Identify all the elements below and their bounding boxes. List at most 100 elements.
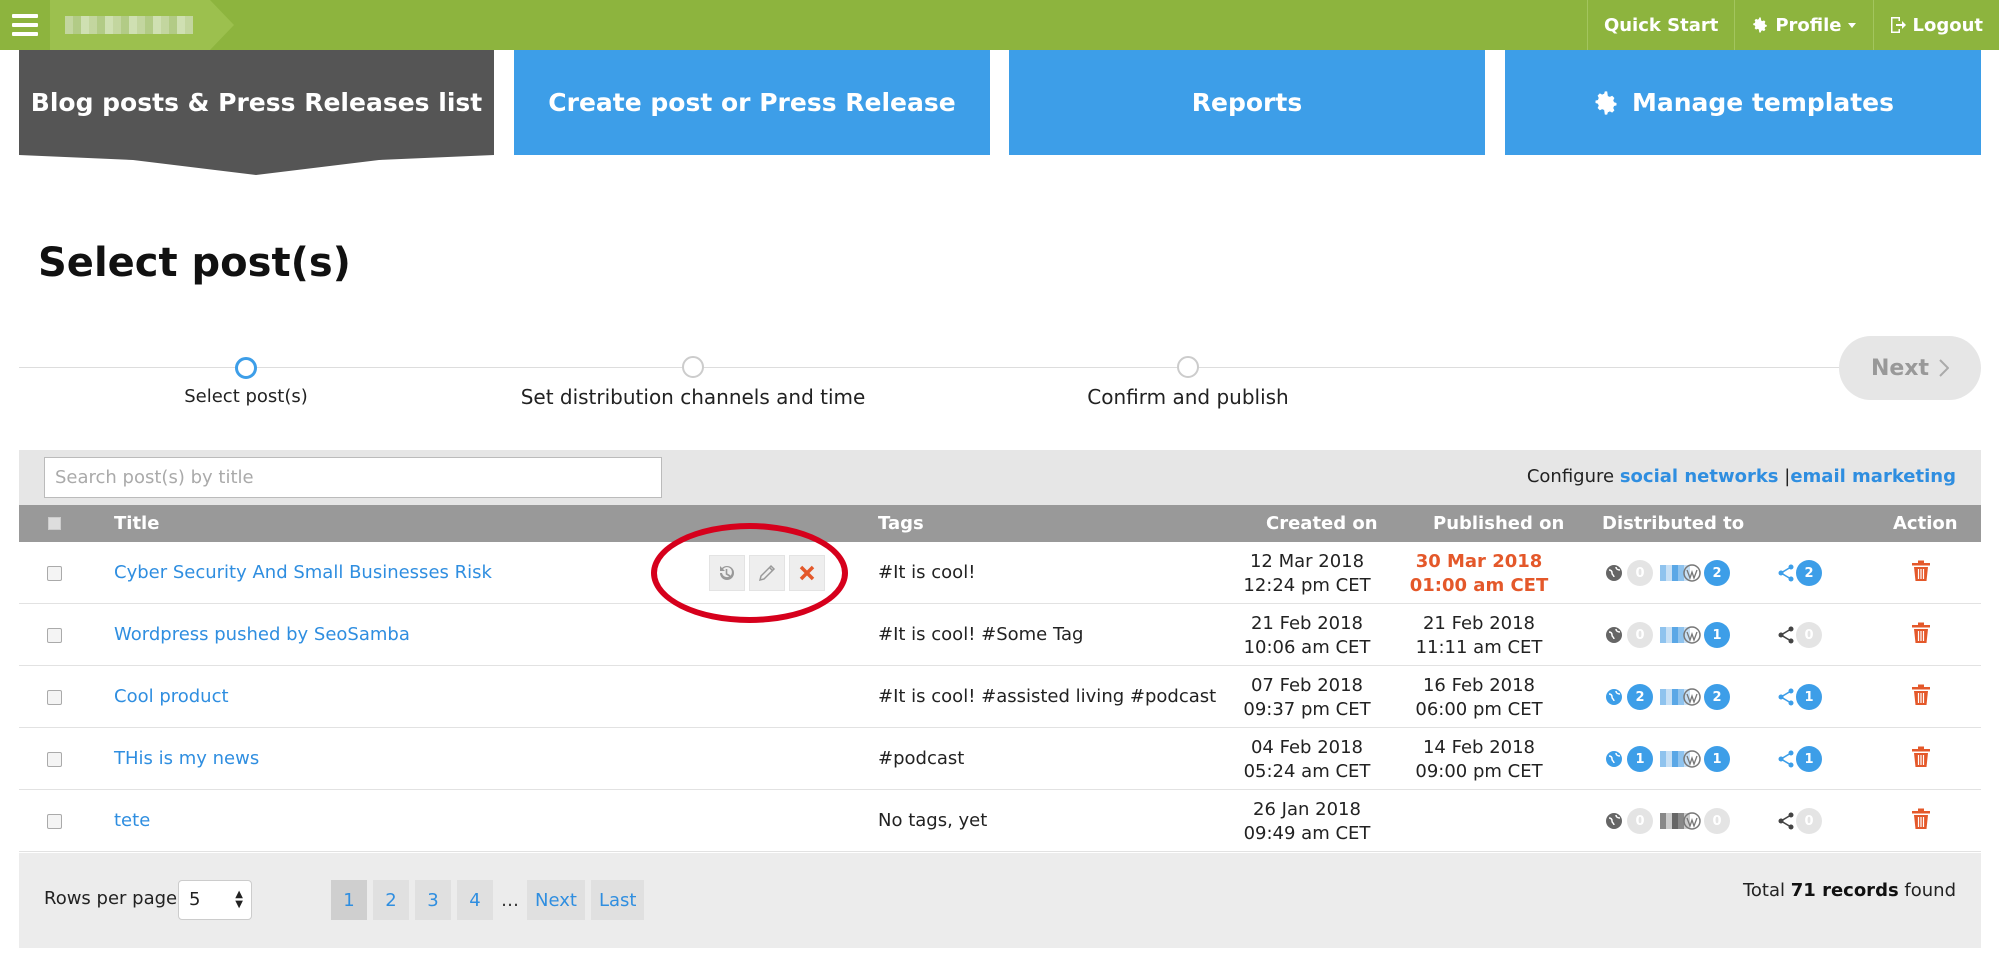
post-title-link[interactable]: tete — [114, 810, 150, 831]
trash-icon[interactable] — [1911, 622, 1931, 644]
rows-per-page-label: Rows per page: — [44, 888, 184, 909]
wp-count-badge: 2 — [1704, 684, 1730, 710]
globe-icon — [1606, 565, 1622, 581]
globe-icon — [1606, 627, 1622, 643]
filter-bar: Configure social networks |email marketi… — [19, 450, 1981, 505]
trash-icon[interactable] — [1911, 684, 1931, 706]
table-header: Title Tags Created on Published on Distr… — [19, 505, 1981, 542]
wordpress-icon — [1683, 750, 1701, 768]
row-checkbox[interactable] — [47, 814, 62, 829]
published-on: 16 Feb 2018 06:00 pm CET — [1399, 674, 1559, 722]
published-date: 21 Feb 2018 — [1422, 613, 1536, 634]
post-tags: #podcast — [878, 748, 965, 769]
post-title-link[interactable]: Cool product — [114, 686, 229, 707]
share-count-badge: 2 — [1796, 560, 1822, 586]
published-time: 06:00 pm CET — [1415, 699, 1543, 720]
share-icon[interactable] — [1777, 626, 1795, 644]
header-published[interactable]: Published on — [1433, 513, 1564, 534]
created-time: 12:24 pm CET — [1243, 575, 1371, 596]
distributed-to: 0 1 0 — [1605, 622, 1855, 648]
select-all-checkbox[interactable] — [48, 517, 61, 530]
share-icon[interactable] — [1777, 688, 1795, 706]
table-row: tete No tags, yet 26 Jan 2018 09:49 am CE… — [19, 790, 1981, 852]
quick-start-link[interactable]: Quick Start — [1586, 0, 1734, 50]
share-count-badge: 0 — [1796, 622, 1822, 648]
globe-icon — [1606, 689, 1622, 705]
social-networks-link[interactable]: social networks — [1620, 466, 1779, 487]
logout-link[interactable]: Logout — [1873, 0, 1999, 50]
step-3-label: Confirm and publish — [1087, 385, 1289, 409]
wp-count-badge: 1 — [1704, 746, 1730, 772]
logout-label: Logout — [1912, 14, 1983, 36]
header-created[interactable]: Created on — [1266, 513, 1378, 534]
hamburger-icon[interactable] — [0, 0, 50, 50]
post-title-link[interactable]: Cyber Security And Small Businesses Risk — [114, 562, 492, 583]
tab-manage-templates[interactable]: Manage templates — [1505, 50, 1981, 155]
trash-icon[interactable] — [1911, 746, 1931, 768]
tab-reports[interactable]: Reports — [1009, 50, 1485, 155]
globe-icon — [1606, 751, 1622, 767]
rows-per-page-select[interactable]: 5 ▲ ▼ — [178, 880, 252, 920]
row-checkbox[interactable] — [47, 566, 62, 581]
wordpress-icon — [1683, 564, 1701, 582]
trash-icon[interactable] — [1911, 808, 1931, 830]
table-row: THis is my news #podcast 04 Feb 2018 05:2… — [19, 728, 1981, 790]
web-count-badge: 0 — [1627, 560, 1653, 586]
web-count-badge: 2 — [1627, 684, 1653, 710]
gear-icon — [1753, 17, 1768, 33]
trash-icon[interactable] — [1911, 560, 1931, 582]
created-on: 12 Mar 2018 12:24 pm CET — [1227, 550, 1387, 598]
total-suffix: found — [1904, 880, 1956, 901]
web-count-badge: 0 — [1627, 622, 1653, 648]
created-on: 04 Feb 2018 05:24 am CET — [1227, 736, 1387, 784]
share-icon[interactable] — [1777, 750, 1795, 768]
page-4[interactable]: 4 — [457, 880, 493, 920]
total-records: Total 71 records found — [1743, 880, 1956, 901]
wordpress-icon — [1683, 688, 1701, 706]
top-bar: Quick Start Profile Logout — [0, 0, 1999, 50]
published-on: 14 Feb 2018 09:00 pm CET — [1399, 736, 1559, 784]
page-last[interactable]: Last — [590, 880, 645, 920]
email-marketing-link[interactable]: email marketing — [1790, 466, 1956, 487]
chevron-right-icon — [1939, 359, 1950, 377]
step-2-label: Set distribution channels and time — [520, 385, 866, 409]
post-title-link[interactable]: Wordpress pushed by SeoSamba — [114, 624, 410, 645]
created-on: 26 Jan 2018 09:49 am CET — [1227, 798, 1387, 846]
next-button[interactable]: Next — [1839, 336, 1981, 400]
share-icon[interactable] — [1777, 812, 1795, 830]
logout-icon — [1891, 17, 1907, 33]
profile-menu[interactable]: Profile — [1734, 0, 1873, 50]
created-date: 04 Feb 2018 — [1250, 737, 1364, 758]
site-selector[interactable] — [50, 0, 234, 50]
published-date: 14 Feb 2018 — [1422, 737, 1536, 758]
tab-manage-templates-label: Manage templates — [1631, 88, 1895, 117]
share-count-badge: 0 — [1796, 808, 1822, 834]
row-checkbox[interactable] — [47, 690, 62, 705]
page-2[interactable]: 2 — [373, 880, 409, 920]
next-button-label: Next — [1870, 355, 1930, 381]
header-title[interactable]: Title — [114, 513, 159, 534]
created-date: 12 Mar 2018 — [1249, 551, 1365, 572]
created-date: 07 Feb 2018 — [1250, 675, 1364, 696]
page-3[interactable]: 3 — [415, 880, 451, 920]
search-input[interactable] — [44, 457, 662, 498]
row-checkbox[interactable] — [47, 628, 62, 643]
table-footer: Rows per page: 5 ▲ ▼ 1 2 3 4 … Next Last … — [19, 853, 1981, 948]
post-title-link[interactable]: THis is my news — [114, 748, 259, 769]
tab-posts-list[interactable]: Blog posts & Press Releases list — [19, 50, 494, 155]
profile-label: Profile — [1775, 14, 1842, 36]
created-time: 09:49 am CET — [1243, 823, 1371, 844]
share-icon[interactable] — [1777, 564, 1795, 582]
web-count-badge: 1 — [1627, 746, 1653, 772]
stepper-line — [19, 367, 1839, 368]
row-checkbox[interactable] — [47, 752, 62, 767]
page-1[interactable]: 1 — [331, 880, 367, 920]
post-tags: #It is cool! #Some Tag — [878, 624, 1084, 645]
distributed-to: 2 2 1 — [1605, 684, 1855, 710]
page-next[interactable]: Next — [527, 880, 585, 920]
site-name-blurred — [65, 16, 193, 34]
configure-links: Configure social networks |email marketi… — [1527, 466, 1956, 487]
post-tags: No tags, yet — [878, 810, 988, 831]
tab-create-post[interactable]: Create post or Press Release — [514, 50, 990, 155]
step-1-label: Select post(s) — [184, 386, 308, 407]
